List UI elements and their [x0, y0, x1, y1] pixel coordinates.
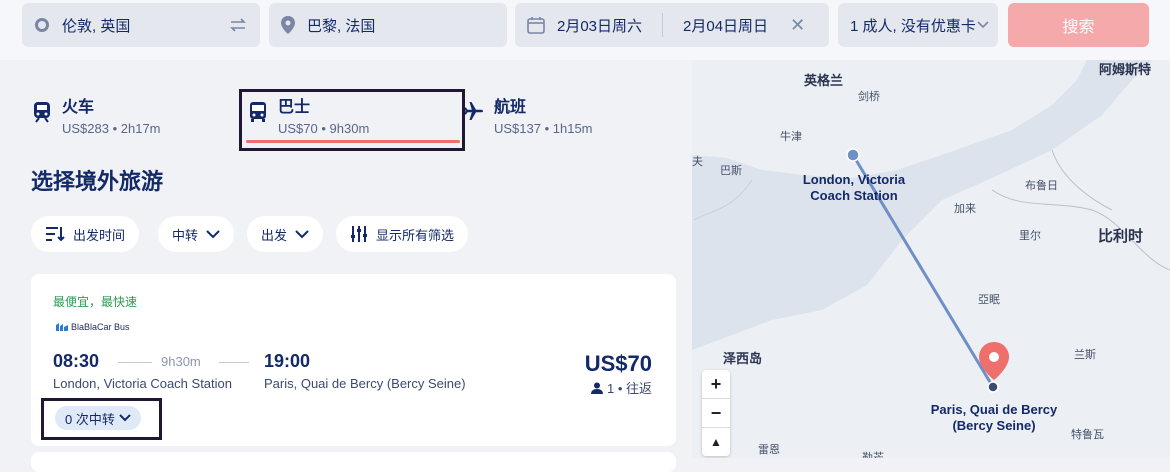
filter-departure-time[interactable]: 出发时间: [31, 216, 140, 252]
origin-circle-icon: [34, 17, 50, 33]
filter-show-all[interactable]: 显示所有筛选: [336, 216, 469, 252]
map-origin-station: London, Victoria Coach Station: [802, 172, 906, 203]
map-label-troyes: 特鲁瓦: [1071, 429, 1104, 441]
highlight-box-bus-tab: [239, 89, 465, 151]
chevron-down-icon: [976, 17, 990, 35]
chevron-down-icon: [295, 230, 309, 239]
origin-field[interactable]: 伦敦, 英国: [22, 3, 260, 47]
passengers-field[interactable]: 1 成人, 没有优惠卡: [838, 3, 998, 47]
trip-duration: 9h30m: [161, 354, 201, 369]
location-pin-icon: [281, 16, 295, 34]
passenger-trip-type: 1 • 往返: [606, 381, 652, 396]
page-title: 选择境外旅游: [31, 169, 164, 194]
tab-train-summary: US$283 • 2h17m: [62, 121, 161, 136]
zoom-in-button[interactable]: +: [702, 370, 730, 399]
map-label-reims: 兰斯: [1074, 349, 1096, 361]
search-bar: 伦敦, 英国 巴黎, 法国 2月03日周六 2月04日周日 ✕ 1 成人, 没有…: [0, 0, 1170, 60]
departure-station: London, Victoria Coach Station: [53, 376, 232, 391]
filter-departure-time-label: 出发时间: [73, 227, 126, 243]
map-label-amiens: 亞眠: [978, 294, 1000, 306]
map-label-rennes: 雷恩: [758, 444, 780, 456]
clear-return-icon[interactable]: ✕: [790, 15, 805, 36]
zoom-out-button[interactable]: −: [702, 399, 730, 428]
return-date[interactable]: 2月04日周日: [683, 15, 768, 36]
tab-flight[interactable]: 航班 US$137 • 1h15m: [464, 93, 593, 136]
map-label-edge: 夫: [692, 156, 703, 168]
results-panel: 火车 US$283 • 2h17m 巴士 US$70 • 9h30m 航班 US…: [0, 60, 692, 472]
destination-value: 巴黎, 法国: [307, 17, 376, 35]
map-label-le-mans: 勒芒: [862, 452, 884, 458]
highlight-box-transfers: [41, 398, 162, 440]
passenger-info: 1 • 往返: [590, 378, 652, 397]
map-base: [692, 60, 1170, 458]
destination-dot: [987, 381, 999, 393]
train-icon: [32, 101, 52, 128]
filter-departure-label: 出发: [261, 227, 288, 243]
destination-field[interactable]: 巴黎, 法国: [269, 3, 507, 47]
price: US$70: [584, 351, 652, 376]
arrival-station: Paris, Quai de Bercy (Bercy Seine): [264, 376, 466, 391]
result-card-next[interactable]: [31, 452, 676, 472]
arrival-time: 19:00: [264, 351, 311, 371]
tab-train[interactable]: 火车 US$283 • 2h17m: [32, 93, 161, 136]
chevron-down-icon: [206, 230, 220, 239]
map-destination-station: Paris, Quai de Bercy (Bercy Seine): [930, 402, 1058, 433]
duration-line-right: [219, 362, 249, 363]
map-label-bath: 巴斯: [720, 165, 742, 177]
sliders-icon: [351, 226, 367, 242]
map-label-oxford: 牛津: [780, 131, 802, 143]
map-label-lille: 里尔: [1019, 230, 1041, 242]
blablacar-logo-icon: [56, 323, 68, 331]
route-map[interactable]: 英格兰 剑桥 阿姆斯特 牛津 巴斯 夫 布鲁日 加来 里尔 比利时 亞眠 泽西岛…: [692, 60, 1170, 458]
map-label-brugge: 布鲁日: [1025, 180, 1058, 192]
cheapest-fastest-badge: 最便宜，最快速: [53, 295, 138, 309]
passengers-value: 1 成人, 没有优惠卡: [850, 17, 975, 35]
operator-name: BlaBlaCar Bus: [71, 322, 130, 332]
map-label-belgium: 比利时: [1098, 228, 1144, 245]
depart-date[interactable]: 2月03日周六: [557, 15, 642, 36]
map-label-cambridge: 剑桥: [858, 91, 880, 103]
plane-icon: [464, 101, 484, 126]
search-button[interactable]: 搜索: [1008, 3, 1149, 47]
filter-show-all-label: 显示所有筛选: [376, 227, 455, 243]
tab-flight-label: 航班: [494, 99, 527, 116]
filter-transfers[interactable]: 中转: [158, 216, 235, 252]
origin-marker[interactable]: [846, 148, 860, 162]
tab-train-label: 火车: [62, 99, 95, 116]
person-icon: [590, 382, 603, 394]
date-divider: [662, 13, 664, 37]
tab-flight-summary: US$137 • 1h15m: [494, 121, 593, 136]
calendar-icon: [527, 16, 545, 34]
filter-transfers-label: 中转: [172, 227, 199, 243]
departure-time: 08:30: [53, 351, 100, 371]
origin-value: 伦敦, 英国: [62, 17, 131, 35]
map-label-jersey: 泽西岛: [723, 351, 763, 366]
map-label-amsterdam: 阿姆斯特: [1099, 62, 1152, 77]
filter-departure[interactable]: 出发: [247, 216, 324, 252]
sort-icon: [46, 227, 65, 242]
map-label-england: 英格兰: [804, 73, 844, 88]
swap-icon[interactable]: [228, 15, 248, 39]
duration-line-left: [118, 362, 152, 363]
map-label-calais: 加来: [954, 203, 976, 215]
zoom-controls: + − ▲: [702, 370, 730, 456]
date-field[interactable]: 2月03日周六 2月04日周日 ✕: [515, 3, 829, 47]
compass-icon[interactable]: ▲: [702, 428, 730, 456]
operator-logo: BlaBlaCar Bus: [55, 322, 130, 332]
